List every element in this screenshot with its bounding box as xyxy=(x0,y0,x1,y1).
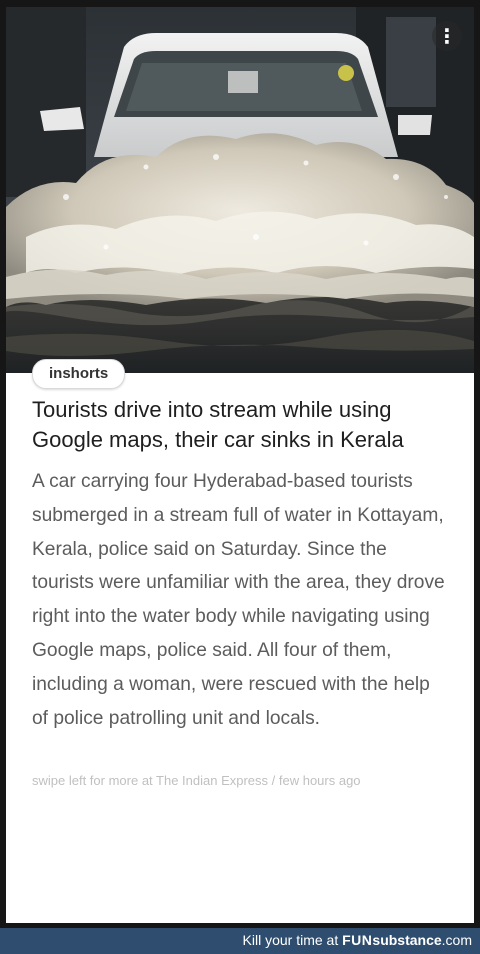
watermark-brand-com: .com xyxy=(441,932,472,948)
watermark-prefix: Kill your time at xyxy=(242,932,343,948)
watermark-bar: Kill your time at FUNsubstance.com xyxy=(0,928,480,954)
watermark-text: Kill your time at FUNsubstance.com xyxy=(243,932,472,948)
headline[interactable]: Tourists drive into stream while using G… xyxy=(32,395,452,455)
article-body: A car carrying four Hyderabad-based tour… xyxy=(32,471,445,729)
watermark-brand-fun: FUN xyxy=(342,932,373,948)
news-card[interactable]: ⋮ inshorts Tourists drive into stream wh… xyxy=(6,7,474,923)
screenshot-frame: ⋮ inshorts Tourists drive into stream wh… xyxy=(0,0,480,954)
watermark-brand-sub: substance xyxy=(372,932,442,948)
info-dots-icon[interactable]: ⋮ xyxy=(432,21,462,51)
news-photo: ⋮ xyxy=(6,7,474,373)
source-footer-link[interactable]: swipe left for more at The Indian Expres… xyxy=(32,773,452,788)
source-badge[interactable]: inshorts xyxy=(32,359,126,389)
